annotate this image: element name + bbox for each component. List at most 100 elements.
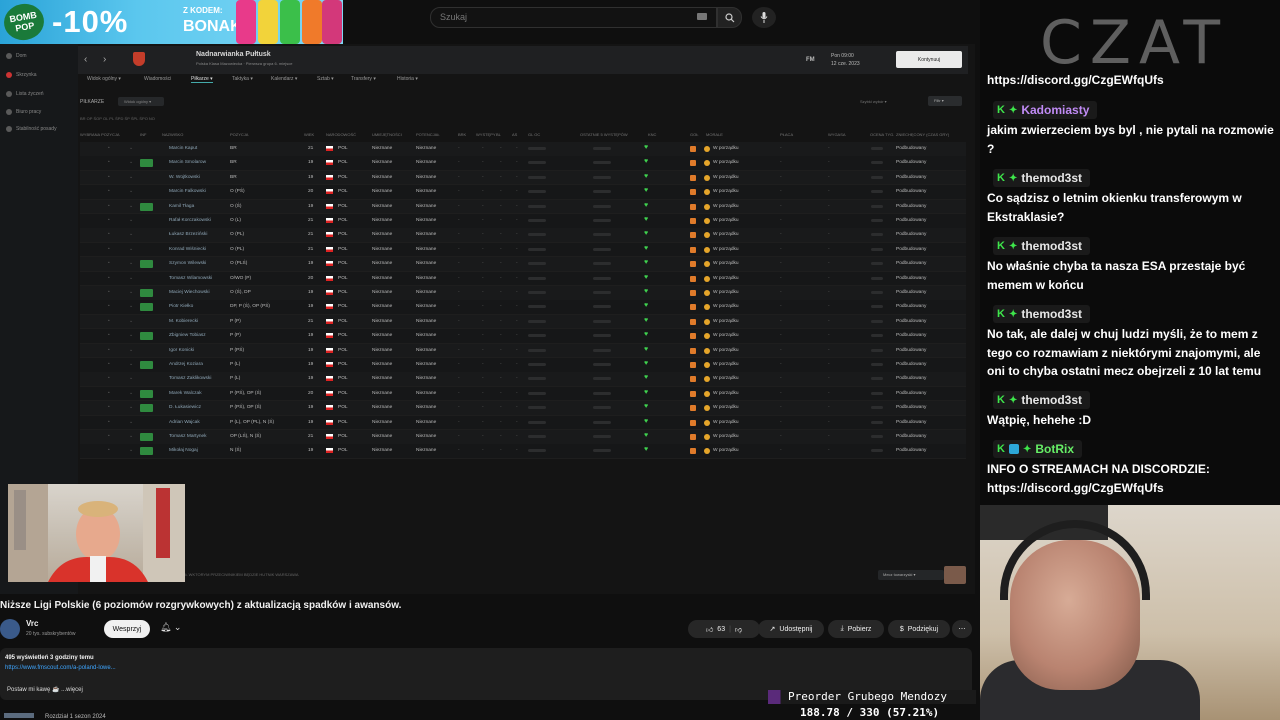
column-header[interactable]: AS	[512, 132, 517, 137]
chat-username[interactable]: K ✦ BotRix	[993, 440, 1083, 458]
player-name[interactable]: Kamil Tłaga	[169, 204, 194, 209]
table-row[interactable]: • ⌄ Mikołaj Nogaj N (Ś) 19 POL Nieznane Nieznan…	[80, 444, 966, 459]
menu-item-news[interactable]: Wiadomości	[144, 76, 171, 82]
table-row[interactable]: • ⌄ Andrzej Koziara P (L) 19 POL Nieznane Niezn…	[80, 358, 966, 373]
player-name[interactable]: Adrian Wajcak	[169, 420, 200, 425]
player-name[interactable]: Mikołaj Nogaj	[169, 448, 198, 453]
column-header[interactable]: BRK	[458, 132, 466, 137]
player-name[interactable]: Marek Walczak	[169, 391, 202, 396]
column-header[interactable]: WYSTĘPY	[476, 132, 496, 137]
channel-name[interactable]: Vrc	[26, 619, 38, 628]
player-name[interactable]: Marcin Smolarow	[169, 160, 206, 165]
table-row[interactable]: • ⌄ Marek Walczak P (PŚ), OP (Ś) 20 POL Niezna…	[80, 386, 966, 402]
table-row[interactable]: • ⌄ Tomasz Zaklikowski P (L) 19 POL Nieznane Ni…	[80, 372, 966, 387]
voice-search-button[interactable]	[752, 7, 776, 28]
column-header[interactable]: WYBRANA POZYCJA	[80, 132, 120, 137]
search-input[interactable]: Szukaj	[430, 7, 717, 28]
column-header[interactable]: NARODOWOŚĆ	[326, 132, 356, 137]
column-header[interactable]: OCENA TYG.	[870, 132, 894, 137]
friendly-match-select[interactable]: Mecz towarzyski ▾	[878, 570, 944, 580]
player-name[interactable]: Igor Konicki	[169, 348, 194, 353]
player-name[interactable]: Rafał Korczakowski	[169, 218, 211, 223]
chat-username[interactable]: K ✦ themod3st	[993, 391, 1091, 409]
column-header[interactable]: POTENCJAŁ	[416, 132, 440, 137]
chat-username[interactable]: K ✦ themod3st	[993, 169, 1091, 187]
table-row[interactable]: • ⌄ Tomasz Martynek OP (LŚ), N (Ś) 21 POL Niez…	[80, 430, 966, 445]
thanks-button[interactable]: $ Podziękuj	[888, 620, 950, 638]
player-name[interactable]: W. Wojtkowski	[169, 175, 200, 180]
player-name[interactable]: Szymon Wilewski	[169, 261, 206, 266]
menu-item-players[interactable]: Piłkarze ▾	[191, 76, 213, 83]
column-header[interactable]: POZYCJA	[230, 132, 248, 137]
player-name[interactable]: Łukasz Brzeziński	[169, 232, 207, 237]
more-button[interactable]: ⋯	[952, 620, 972, 638]
column-header[interactable]: WIEK	[304, 132, 314, 137]
column-header[interactable]: NAZWISKO	[162, 132, 183, 137]
player-name[interactable]: Marcin Kaput	[169, 146, 197, 151]
table-row[interactable]: • ⌄ Kamil Tłaga O (Ś) 19 POL Nieznane Nieznane -…	[80, 199, 966, 215]
ad-banner[interactable]: BOMB POP -10% Z KODEM: BONAK	[0, 0, 343, 44]
menu-item-history[interactable]: Historia ▾	[397, 76, 418, 82]
table-row[interactable]: • ⌄ Marcin Smolarow BR 19 POL Nieznane Nieznane…	[80, 156, 966, 171]
view-select[interactable]: Widok ogólny ▾	[118, 97, 164, 106]
table-row[interactable]: • ⌄ Tomasz Wilamowski O/WO (P) 20 POL Nieznane…	[80, 271, 966, 287]
chapter-thumbnail[interactable]	[4, 713, 34, 718]
share-button[interactable]: ↗ Udostępnij	[758, 620, 824, 638]
filter-button[interactable]: Filtr ▾	[928, 96, 962, 106]
column-header[interactable]: OSTATNIE 5 WYSTĘPÓW	[580, 132, 628, 137]
table-row[interactable]: • ⌄ M. Kobierecki P (P) 21 POL Nieznane Nieznan…	[80, 314, 966, 330]
table-row[interactable]: • ⌄ Piotr Kiełko DP, P (Ś), OP (PŚ) 19 POL Nie…	[80, 300, 966, 315]
channel-avatar[interactable]	[0, 619, 20, 639]
menu-item-overview[interactable]: Widok ogólny ▾	[87, 76, 121, 82]
column-header[interactable]: BL	[496, 132, 501, 137]
like-dislike-button[interactable]: 👍︎ 63 | 👎︎	[688, 620, 760, 638]
player-name[interactable]: Maciej Wiechowski	[169, 290, 210, 295]
description-more[interactable]: Postaw mi kawę ☕ ...więcej	[7, 686, 83, 693]
fm-logo[interactable]: FM	[806, 57, 815, 63]
sidebar-item-jobs[interactable]: Biuro pracy	[6, 109, 41, 115]
column-header[interactable]: ZNIECHĘCONY (CZAS GRY)	[896, 132, 949, 137]
club-name[interactable]: Nadnarwianka Pułtusk	[196, 51, 271, 58]
table-row[interactable]: • ⌄ Marcin Falkowski O (PŚ) 20 POL Nieznane Nie…	[80, 185, 966, 200]
sidebar-item-inbox[interactable]: Skrzynka	[6, 72, 37, 78]
player-name[interactable]: D. Łukasiewicz	[169, 405, 201, 410]
chat-username[interactable]: K ✦ themod3st	[993, 305, 1091, 323]
table-row[interactable]: • ⌄ Szymon Wilewski O (PLŚ) 19 POL Nieznane Nie…	[80, 257, 966, 272]
menu-item-transfers[interactable]: Transfery ▾	[351, 76, 376, 82]
download-button[interactable]: ⤓ Pobierz	[828, 620, 884, 638]
column-header[interactable]: GL OC	[528, 132, 540, 137]
table-row[interactable]: • ⌄ Konrad Wiśniecki O (PL) 21 POL Nieznane Nie…	[80, 242, 966, 258]
column-header[interactable]: UMIEJĘTNOŚCI	[372, 132, 402, 137]
menu-item-tactics[interactable]: Taktyka ▾	[232, 76, 253, 82]
player-name[interactable]: Zbigniew Tobiasz	[169, 333, 206, 338]
description-link[interactable]: https://www.fmscout.com/a-poland-lowe...	[5, 665, 116, 671]
column-header[interactable]: INF	[140, 132, 146, 137]
player-name[interactable]: Andrzej Koziara	[169, 362, 203, 367]
table-row[interactable]: • ⌄ Marcin Kaput BR 21 POL Nieznane Nieznane - - -…	[80, 142, 966, 157]
table-row[interactable]: • ⌄ Zbigniew Tobiasz P (P) 19 POL Nieznane Niez…	[80, 329, 966, 344]
sidebar-item-job-security[interactable]: Stabilność posady	[6, 126, 57, 132]
sidebar-item-home[interactable]: Dom	[6, 53, 27, 59]
keyboard-icon[interactable]	[697, 13, 707, 20]
table-row[interactable]: • ⌄ Adrian Wajcak P (L), OP (PL), N (Ś) 19 PO…	[80, 415, 966, 431]
chat-username[interactable]: K ✦ themod3st	[993, 237, 1091, 255]
menu-item-calendar[interactable]: Kalendarz ▾	[271, 76, 297, 82]
position-filter-row[interactable]: BR OP ŚOP OL PL ŚPD ŚP ŚPL ŚPO NO	[80, 116, 680, 123]
manager-avatar[interactable]	[944, 566, 966, 584]
quick-select[interactable]: Szybki wybór ▾	[858, 97, 922, 106]
player-name[interactable]: Konrad Wiśniecki	[169, 247, 206, 252]
player-name[interactable]: Tomasz Wilamowski	[169, 276, 212, 281]
column-header[interactable]: PŁACA	[780, 132, 793, 137]
bell-icon[interactable]: 🔔︎ ⌄	[160, 622, 181, 633]
table-row[interactable]: • ⌄ W. Wojtkowski BR 19 POL Nieznane Nieznane - -…	[80, 170, 966, 186]
support-button[interactable]: Wesprzyj	[104, 620, 150, 638]
table-row[interactable]: • ⌄ D. Łukasiewicz P (PŚ), OP (Ś) 19 POL Niezn…	[80, 401, 966, 416]
search-button[interactable]	[717, 7, 742, 28]
chapter-title[interactable]: Rozdział 1 sezon 2024	[45, 714, 106, 720]
player-name[interactable]: Marcin Falkowski	[169, 189, 206, 194]
column-header[interactable]: GOŁ	[690, 132, 698, 137]
player-name[interactable]: Tomasz Zaklikowski	[169, 376, 211, 381]
column-header[interactable]: WYGASA	[828, 132, 846, 137]
player-name[interactable]: M. Kobierecki	[169, 319, 198, 324]
back-arrow-icon[interactable]: ‹	[84, 54, 87, 65]
